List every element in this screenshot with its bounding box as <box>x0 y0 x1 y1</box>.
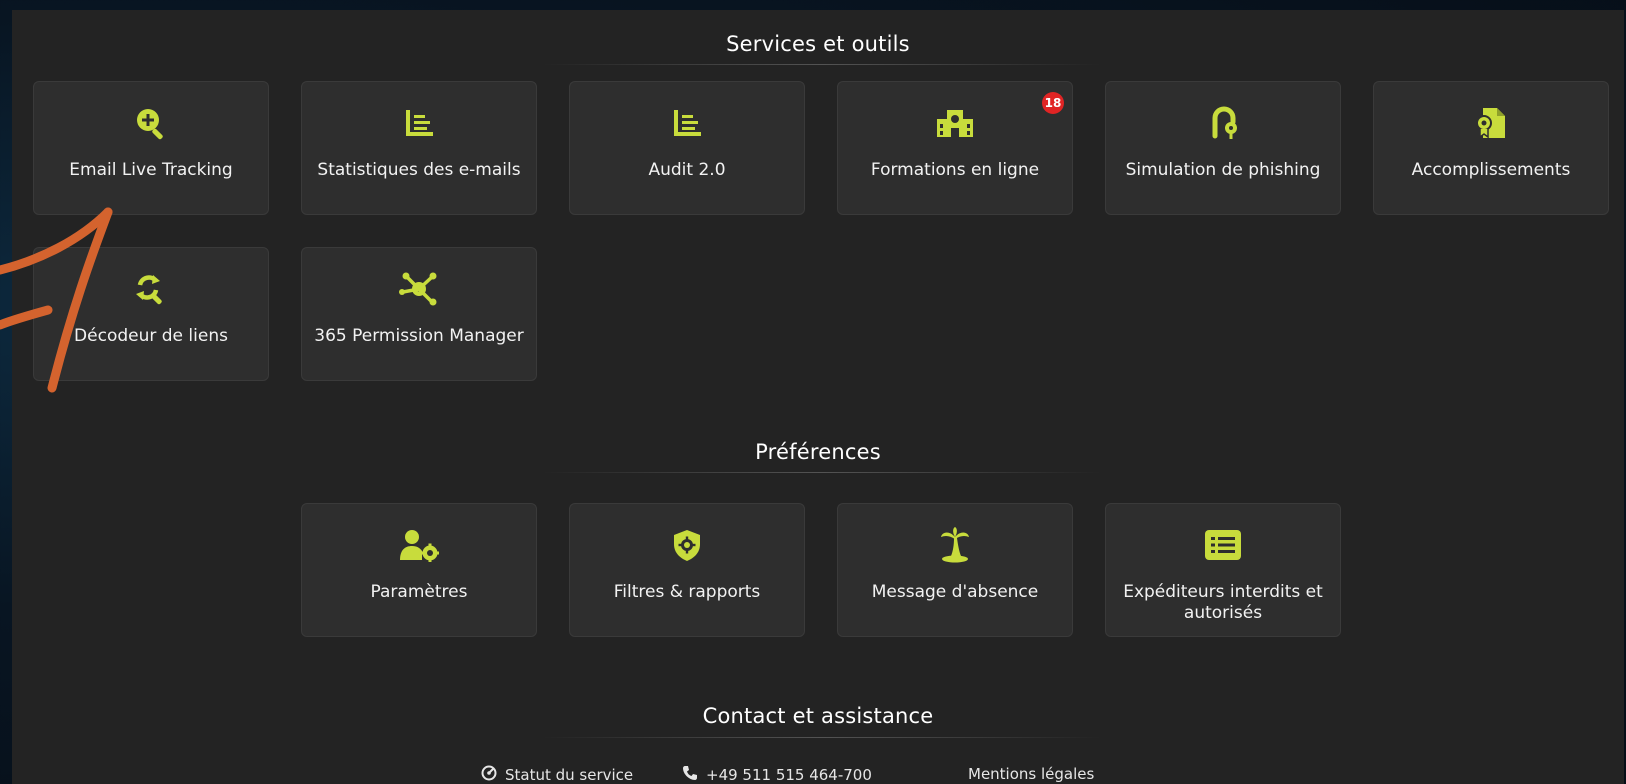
tile-filters-reports[interactable]: Filtres & rapports <box>569 503 805 637</box>
contact-divider <box>542 737 1102 738</box>
tile-online-training[interactable]: 18 Formations en ligne <box>837 81 1073 215</box>
tile-label: Email Live Tracking <box>69 160 233 180</box>
list-icon <box>1106 526 1340 564</box>
shield-gear-icon <box>570 526 804 564</box>
tile-label: Accomplissements <box>1411 160 1571 180</box>
tile-label: Formations en ligne <box>870 160 1040 180</box>
tile-label: Décodeur de liens <box>74 326 228 346</box>
tile-label: Paramètres <box>370 582 468 602</box>
tile-email-live-tracking[interactable]: Email Live Tracking <box>33 81 269 215</box>
legal-notice-label: Mentions légales <box>968 765 1095 783</box>
tile-label: Expéditeurs interdits et autorisés <box>1123 582 1323 623</box>
status-gauge-icon <box>481 765 497 784</box>
tile-settings[interactable]: Paramètres <box>301 503 537 637</box>
fishing-hook-icon <box>1106 104 1340 142</box>
tile-phishing-simulation[interactable]: Simulation de phishing <box>1105 81 1341 215</box>
certificate-icon <box>1374 104 1608 142</box>
tile-audit[interactable]: Audit 2.0 <box>569 81 805 215</box>
legal-notice-link[interactable]: Mentions légales <box>968 765 1094 783</box>
tile-label: Filtres & rapports <box>613 582 761 602</box>
phone-link[interactable]: +49 511 515 464-700 <box>682 765 872 784</box>
main-panel: Services et outils Email Live Tracking S… <box>12 10 1624 784</box>
tile-label: 365 Permission Manager <box>314 326 524 346</box>
school-icon <box>838 104 1072 142</box>
tile-link-decoder[interactable]: Décodeur de liens <box>33 247 269 381</box>
search-refresh-icon <box>34 270 268 308</box>
user-gear-icon <box>302 526 536 564</box>
preferences-section-title: Préférences <box>755 440 881 464</box>
service-status-link[interactable]: Statut du service <box>481 765 633 784</box>
tile-label: Audit 2.0 <box>648 160 726 180</box>
network-hub-icon <box>302 270 536 308</box>
palm-tree-icon <box>838 526 1072 564</box>
chart-lines-icon <box>302 104 536 142</box>
tile-365-permission-manager[interactable]: 365 Permission Manager <box>301 247 537 381</box>
tile-out-of-office[interactable]: Message d'absence <box>837 503 1073 637</box>
search-plus-icon <box>34 104 268 142</box>
chart-lines-icon <box>570 104 804 142</box>
preferences-divider <box>542 472 1102 473</box>
tile-blocked-allowed-senders[interactable]: Expéditeurs interdits et autorisés <box>1105 503 1341 637</box>
service-status-label: Statut du service <box>505 766 634 784</box>
services-section-title: Services et outils <box>726 32 910 56</box>
tile-label: Message d'absence <box>871 582 1039 602</box>
tile-email-statistics[interactable]: Statistiques des e-mails <box>301 81 537 215</box>
tile-achievements[interactable]: Accomplissements <box>1373 81 1609 215</box>
contact-section-title: Contact et assistance <box>702 704 934 728</box>
phone-number: +49 511 515 464-700 <box>706 766 872 784</box>
tile-label: Statistiques des e-mails <box>317 160 521 180</box>
phone-icon <box>682 765 698 784</box>
tile-label: Simulation de phishing <box>1125 160 1321 180</box>
services-divider <box>542 64 1102 65</box>
